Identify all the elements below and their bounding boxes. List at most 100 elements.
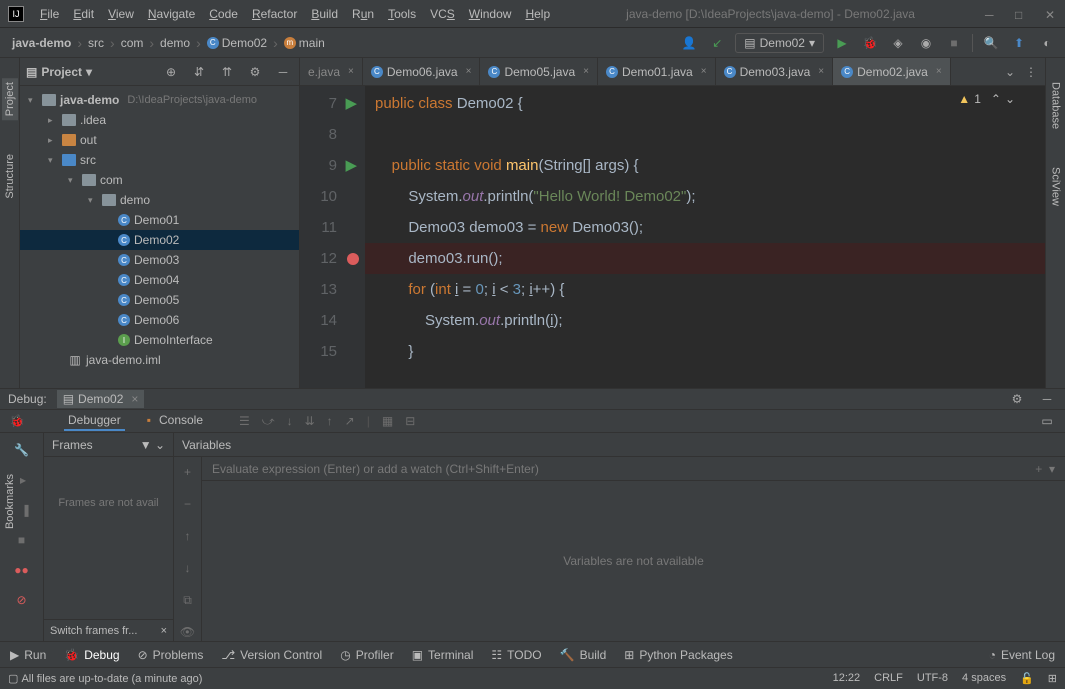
run-gutter-icon[interactable]: ▶ [345, 150, 357, 181]
evaluate-bar[interactable]: Evaluate expression (Enter) or add a wat… [202, 457, 1065, 481]
editor-tab[interactable]: CDemo03.java× [716, 58, 834, 85]
search-icon[interactable]: 🔍 [981, 33, 1001, 53]
crumb-demo[interactable]: demo [156, 34, 194, 52]
panel-title[interactable]: ▤ Project ▾ [26, 65, 155, 79]
code-line[interactable]: System.out.println(i); [375, 305, 1035, 336]
view-breakpoints-icon[interactable]: ●● [13, 561, 31, 579]
lock-icon[interactable]: 🔓 [1020, 672, 1034, 685]
show-watches-icon[interactable]: 👁 [179, 623, 197, 641]
close-icon[interactable]: × [131, 392, 138, 406]
inspection-badge[interactable]: ▲ 1 ⌃ ⌄ [958, 92, 1015, 106]
memory-icon[interactable]: ⊞ [1048, 672, 1057, 685]
code-line[interactable] [375, 119, 1035, 150]
frames-footer[interactable]: Switch frames fr...× [44, 619, 173, 641]
code-editor[interactable]: 7▶89▶101112131415 public class Demo02 { … [300, 86, 1045, 388]
maximize-icon[interactable]: □ [1015, 8, 1027, 20]
line-number[interactable]: 14 [304, 305, 337, 336]
tool-build[interactable]: 🔨Build [560, 648, 607, 662]
evaluate-icon[interactable]: ▦ [382, 414, 393, 429]
close-icon[interactable]: × [818, 66, 824, 77]
expand-all-icon[interactable]: ⇵ [189, 62, 209, 82]
tab-console[interactable]: ▪Console [139, 411, 211, 431]
remove-watch-icon[interactable]: − [179, 495, 197, 513]
fold-gutter[interactable] [345, 86, 365, 388]
tool-todo[interactable]: ☷TODO [491, 648, 541, 662]
editor-tab[interactable]: CDemo06.java× [363, 58, 481, 85]
tab-bookmarks[interactable]: Bookmarks [2, 470, 18, 533]
crumb-src[interactable]: src [84, 34, 108, 52]
tree-class-selected[interactable]: CDemo02 [20, 230, 299, 250]
breakpoint-icon[interactable] [347, 253, 359, 265]
tree-folder-src[interactable]: ▾src [20, 150, 299, 170]
layout-icon[interactable]: ▭ [1037, 411, 1057, 431]
line-number[interactable]: 10 [304, 181, 337, 212]
tab-sciview[interactable]: SciView [1048, 163, 1064, 210]
tree-folder-idea[interactable]: ▸.idea [20, 110, 299, 130]
force-step-into-icon[interactable]: ⇊ [305, 414, 315, 429]
tree-class[interactable]: CDemo04 [20, 270, 299, 290]
menu-file[interactable]: File [34, 5, 65, 23]
close-icon[interactable]: × [161, 625, 167, 637]
copy-icon[interactable]: ⧉ [179, 591, 197, 609]
crumb-class[interactable]: CDemo02 [203, 34, 271, 52]
tree-root[interactable]: ▾ java-demo D:\IdeaProjects\java-demo [20, 90, 299, 110]
menu-tools[interactable]: Tools [382, 5, 422, 23]
tab-debugger[interactable]: Debugger [64, 411, 125, 431]
close-icon[interactable]: × [583, 66, 589, 77]
status-encoding[interactable]: UTF-8 [917, 672, 948, 685]
chevron-down-icon[interactable]: ⌄ [1005, 65, 1015, 79]
tool-eventlog[interactable]: ◔Event Log [989, 648, 1055, 662]
tool-vcs[interactable]: ⎇Version Control [221, 648, 322, 662]
line-number[interactable]: 11 [304, 212, 337, 243]
editor-tab[interactable]: CDemo01.java× [598, 58, 716, 85]
run-icon[interactable]: ▶ [832, 33, 852, 53]
menu-edit[interactable]: Edit [67, 5, 100, 23]
bug-icon[interactable]: 🐞 [8, 412, 26, 430]
menu-refactor[interactable]: Refactor [246, 5, 303, 23]
close-icon[interactable]: × [466, 66, 472, 77]
code-line[interactable]: } [375, 336, 1035, 367]
close-icon[interactable]: ✕ [1045, 8, 1057, 20]
add-watch-icon[interactable]: + [179, 463, 197, 481]
crumb-com[interactable]: com [117, 34, 148, 52]
trace-icon[interactable]: ⊟ [405, 414, 415, 429]
stop-icon[interactable]: ■ [944, 33, 964, 53]
code-line[interactable]: for (int i = 0; i < 3; i++) { [375, 274, 1035, 305]
hide-icon[interactable]: ─ [1037, 389, 1057, 409]
code-line[interactable]: public class Demo02 { [375, 88, 1035, 119]
crumb-project[interactable]: java-demo [8, 34, 75, 52]
menu-build[interactable]: Build [305, 5, 344, 23]
run-config-selector[interactable]: ▤ Demo02 ▾ [735, 33, 824, 53]
chevron-up-icon[interactable]: ⌃ [991, 92, 1001, 106]
tree-class[interactable]: CDemo01 [20, 210, 299, 230]
code-line[interactable]: demo03.run(); [365, 243, 1045, 274]
filter-icon[interactable]: ▼ [140, 438, 152, 452]
menu-vcs[interactable]: VCS [424, 5, 461, 23]
code-line[interactable]: public static void main(String[] args) { [375, 150, 1035, 181]
profile-icon[interactable]: ◉ [916, 33, 936, 53]
step-out-icon[interactable]: ↑ [327, 414, 333, 429]
debug-config-tab[interactable]: ▤ Demo02 × [57, 390, 145, 408]
code-line[interactable]: System.out.println("Hello World! Demo02"… [375, 181, 1035, 212]
run-to-cursor-icon[interactable]: ↗ [345, 414, 355, 429]
tool-run[interactable]: ▶Run [10, 648, 46, 662]
step-over-icon[interactable]: ⤻ [262, 414, 275, 429]
tool-terminal[interactable]: ▣Terminal [412, 648, 474, 662]
up-icon[interactable]: ↑ [179, 527, 197, 545]
tool-problems[interactable]: ⊘Problems [138, 648, 204, 662]
menu-window[interactable]: Window [463, 5, 518, 23]
tree-folder-com[interactable]: ▾com [20, 170, 299, 190]
gear-icon[interactable]: ⚙ [245, 62, 265, 82]
tool-python[interactable]: ⊞Python Packages [624, 648, 732, 662]
hide-icon[interactable]: ─ [273, 62, 293, 82]
tree-class[interactable]: CDemo03 [20, 250, 299, 270]
tab-database[interactable]: Database [1048, 78, 1064, 133]
line-number[interactable]: 12 [304, 243, 337, 274]
line-number[interactable]: 15 [304, 336, 337, 367]
settings-icon[interactable]: 🔧 [13, 441, 31, 459]
line-number[interactable]: 9▶ [304, 150, 337, 181]
code-line[interactable]: Demo03 demo03 = new Demo03(); [375, 212, 1035, 243]
close-icon[interactable]: × [701, 66, 707, 77]
gear-icon[interactable]: ⚙ [1007, 389, 1027, 409]
debug-icon[interactable]: 🐞 [860, 33, 880, 53]
